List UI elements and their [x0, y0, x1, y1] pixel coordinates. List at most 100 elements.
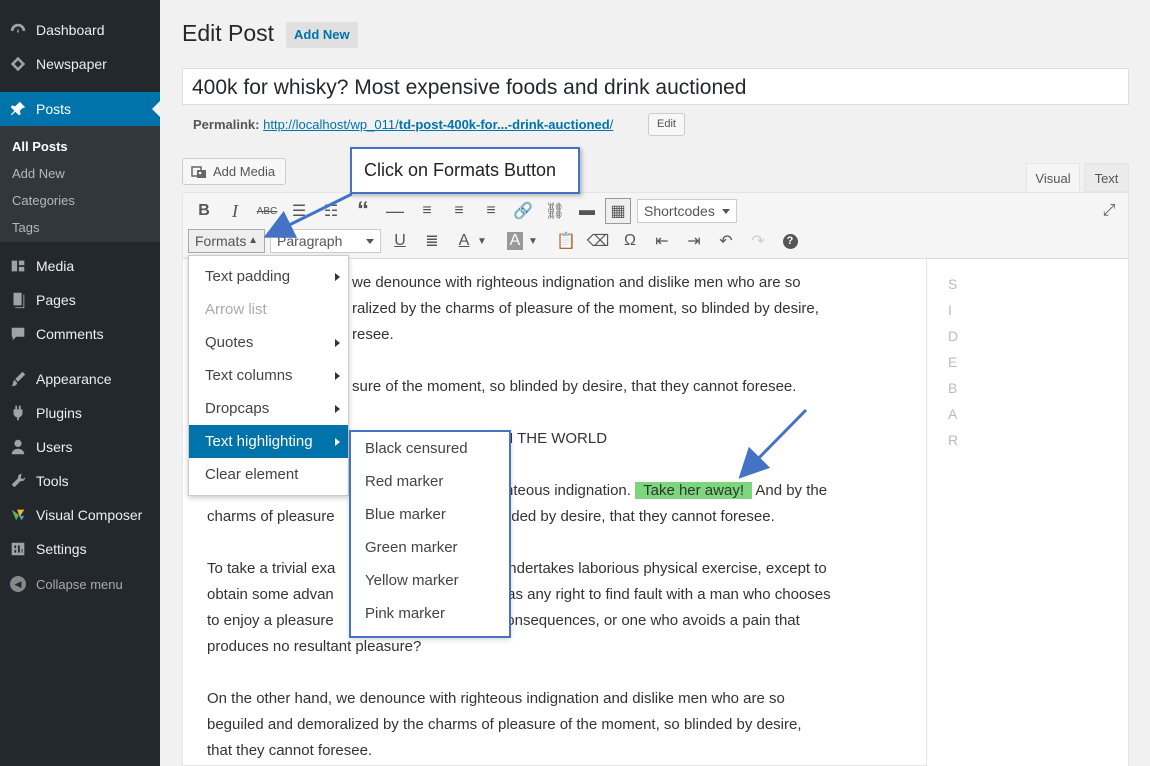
menu-item-label: Quotes — [205, 334, 254, 351]
submenu-tags[interactable]: Tags — [12, 220, 39, 235]
add-new-button[interactable]: Add New — [286, 22, 358, 48]
menu-item-label: Text columns — [205, 367, 293, 384]
text-line: resee. — [352, 326, 394, 343]
red-marker-option[interactable]: Red marker — [365, 473, 443, 490]
menu-item-text-columns[interactable]: Text columns — [189, 359, 348, 392]
formats-button[interactable]: Formats ▲ — [188, 229, 265, 253]
text-line: And by the — [755, 482, 828, 499]
text-color-caret-icon[interactable]: ▼ — [475, 228, 489, 254]
outdent-icon[interactable]: ⇤ — [649, 228, 675, 254]
clear-formatting-icon[interactable]: ⌫ — [585, 228, 611, 254]
pages-icon — [0, 291, 36, 309]
menu-comments[interactable]: Comments — [0, 317, 160, 351]
justify-icon[interactable]: ≣ — [419, 228, 445, 254]
menu-pages[interactable]: Pages — [0, 283, 160, 317]
add-media-label: Add Media — [213, 164, 276, 179]
tab-text[interactable]: Text — [1084, 163, 1129, 192]
permalink-row: Permalink: http://localhost/wp_011/td-po… — [193, 117, 613, 132]
permalink-edit-button[interactable]: Edit — [648, 113, 685, 136]
align-right-icon[interactable]: ≡ — [478, 198, 504, 224]
menu-appearance[interactable]: Appearance — [0, 362, 160, 396]
collapse-arrow-icon: ◀ — [0, 576, 36, 592]
users-icon — [0, 438, 36, 456]
indent-icon[interactable]: ⇥ — [681, 228, 707, 254]
text-color-icon[interactable]: A — [451, 228, 477, 254]
post-title-input[interactable]: 400k for whisky? Most expensive foods an… — [182, 68, 1129, 105]
text-line: beguiled and demoralized by the charms o… — [207, 716, 802, 733]
chevron-right-icon — [335, 339, 340, 347]
paste-text-icon[interactable]: 📋 — [553, 228, 579, 254]
strikethrough-icon[interactable]: ABC — [254, 198, 280, 224]
comments-icon — [0, 325, 36, 343]
paragraph-dropdown[interactable]: Paragraph — [270, 229, 381, 253]
bold-icon[interactable]: B — [191, 198, 217, 224]
redo-icon[interactable]: ↷ — [745, 228, 771, 254]
submenu-categories[interactable]: Categories — [12, 193, 75, 208]
permalink-link[interactable]: http://localhost/wp_011/td-post-400k-for… — [263, 117, 613, 132]
menu-item-clear-element[interactable]: Clear element — [189, 458, 348, 491]
bullet-list-icon[interactable]: ☰ — [286, 198, 312, 224]
menu-item-quotes[interactable]: Quotes — [189, 326, 348, 359]
text-line: that they cannot foresee. — [207, 742, 373, 759]
numbered-list-icon[interactable]: ☷ — [318, 198, 344, 224]
background-color-caret-icon[interactable]: ▼ — [526, 228, 540, 254]
text-line: charms of pleasure — [207, 508, 335, 525]
menu-dashboard[interactable]: Dashboard — [0, 13, 160, 47]
annotation-callout: Click on Formats Button — [350, 147, 580, 194]
fullscreen-icon[interactable]: ⤢ — [1096, 198, 1122, 224]
permalink-url-suffix: / — [609, 117, 614, 132]
blockquote-icon[interactable]: “ — [350, 197, 376, 224]
menu-visual-composer[interactable]: Visual Composer — [0, 498, 160, 532]
shortcodes-dropdown[interactable]: Shortcodes — [637, 199, 737, 223]
special-character-icon[interactable]: Ω — [617, 228, 643, 254]
menu-item-text-highlighting[interactable]: Text highlighting — [189, 425, 348, 458]
caret-up-icon: ▲ — [248, 235, 258, 246]
read-more-icon[interactable]: ▬ — [574, 198, 600, 224]
italic-icon[interactable]: I — [222, 198, 248, 224]
menu-posts[interactable]: Posts — [0, 92, 160, 126]
background-color-icon[interactable]: A — [506, 232, 524, 250]
tab-visual[interactable]: Visual — [1026, 163, 1080, 192]
menu-label: Tools — [36, 473, 69, 489]
paragraph-label: Paragraph — [277, 233, 343, 249]
dashboard-icon — [0, 21, 36, 39]
yellow-marker-option[interactable]: Yellow marker — [365, 572, 459, 589]
menu-tools[interactable]: Tools — [0, 464, 160, 498]
menu-label: Comments — [36, 326, 104, 342]
submenu-add-new[interactable]: Add New — [12, 166, 65, 181]
underline-icon[interactable]: U — [387, 228, 413, 254]
align-left-icon[interactable]: ≡ — [414, 198, 440, 224]
text-line: To take a trivial exa — [207, 560, 336, 577]
menu-label: Settings — [36, 541, 87, 557]
menu-label: Appearance — [36, 371, 112, 387]
sidebar-letter: E — [948, 354, 959, 370]
menu-media[interactable]: Media — [0, 249, 160, 283]
black-censured-option[interactable]: Black censured — [365, 440, 468, 457]
vc-icon — [0, 506, 36, 524]
menu-plugins[interactable]: Plugins — [0, 396, 160, 430]
add-media-button[interactable]: Add Media — [182, 158, 286, 185]
paragraph: On the other hand, we denounce with righ… — [207, 686, 917, 764]
settings-icon — [0, 540, 36, 558]
sidebar-letter: R — [948, 432, 960, 448]
horizontal-line-icon[interactable]: — — [382, 198, 408, 224]
toolbar-toggle-icon[interactable]: ▦ — [605, 198, 631, 224]
link-icon[interactable]: 🔗 — [510, 198, 536, 224]
menu-item-label: Clear element — [205, 466, 299, 483]
help-icon[interactable]: ? — [782, 233, 798, 249]
menu-item-text-padding[interactable]: Text padding — [189, 260, 348, 293]
formats-menu: Text padding Arrow list Quotes Text colu… — [188, 255, 349, 496]
green-marker-option[interactable]: Green marker — [365, 539, 458, 556]
menu-settings[interactable]: Settings — [0, 532, 160, 566]
unlink-icon[interactable]: ⛓ — [542, 198, 568, 224]
collapse-menu-button[interactable]: ◀ Collapse menu — [0, 572, 160, 596]
undo-icon[interactable]: ↶ — [713, 228, 739, 254]
align-center-icon[interactable]: ≡ — [446, 198, 472, 224]
submenu-all-posts[interactable]: All Posts — [12, 139, 68, 154]
menu-item-dropcaps[interactable]: Dropcaps — [189, 392, 348, 425]
blue-marker-option[interactable]: Blue marker — [365, 506, 446, 523]
menu-users[interactable]: Users — [0, 430, 160, 464]
pink-marker-option[interactable]: Pink marker — [365, 605, 445, 622]
menu-newspaper[interactable]: Newspaper — [0, 47, 160, 81]
menu-item-arrow-list[interactable]: Arrow list — [189, 293, 348, 326]
